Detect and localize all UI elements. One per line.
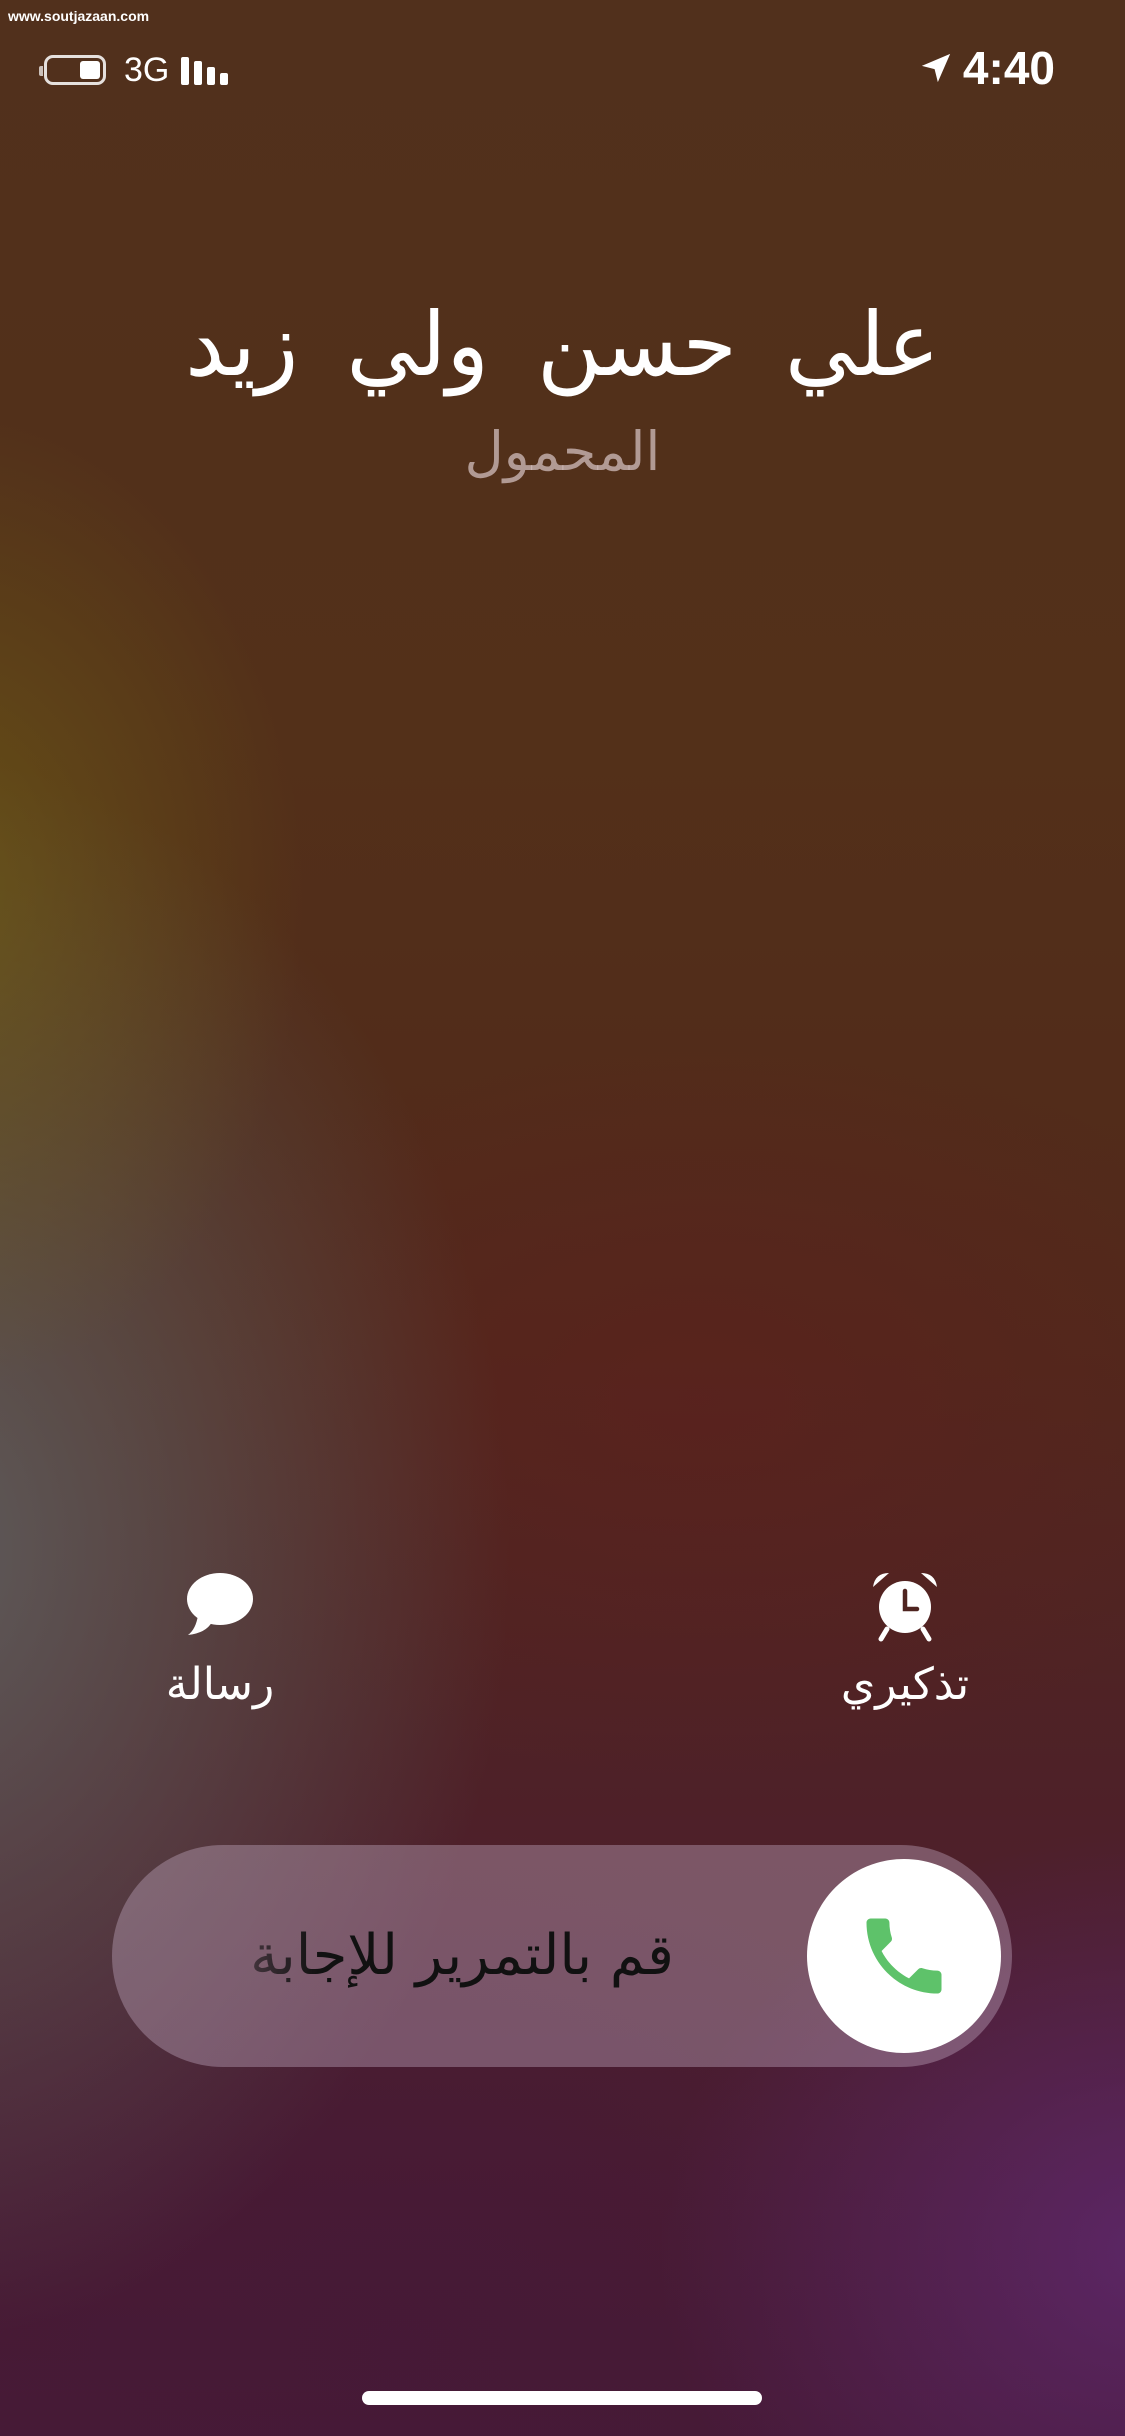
clock-time: 4:40 [962, 42, 1055, 94]
alarm-clock-icon [873, 1573, 937, 1642]
message-bubble-icon [187, 1573, 253, 1635]
status-bar-right: 4:40 [919, 40, 1055, 96]
watermark-text: www.soutjazaan.com [8, 8, 150, 24]
answer-slider-knob[interactable] [807, 1859, 1001, 2053]
remind-me-button-label: تذكيري [840, 1659, 970, 1710]
message-button[interactable]: رسالة [90, 1565, 350, 1710]
phone-icon [866, 1918, 942, 1994]
remind-me-button[interactable]: تذكيري [775, 1565, 1035, 1710]
message-button-label: رسالة [165, 1659, 275, 1710]
status-bar-left: 3G [39, 48, 229, 92]
battery-icon [39, 55, 106, 85]
signal-icon [181, 55, 229, 85]
caller-name: علي حسن ولي زيد [185, 293, 940, 396]
slide-to-answer-track[interactable]: قم بالتمرير للإجابة [112, 1845, 1012, 2067]
caller-number-label: المحمول [464, 420, 661, 483]
location-arrow-icon [921, 53, 951, 83]
home-indicator[interactable] [362, 2391, 762, 2405]
network-type-label: 3G [124, 50, 170, 89]
slide-to-answer-label: قم بالتمرير للإجابة [250, 1923, 674, 1988]
